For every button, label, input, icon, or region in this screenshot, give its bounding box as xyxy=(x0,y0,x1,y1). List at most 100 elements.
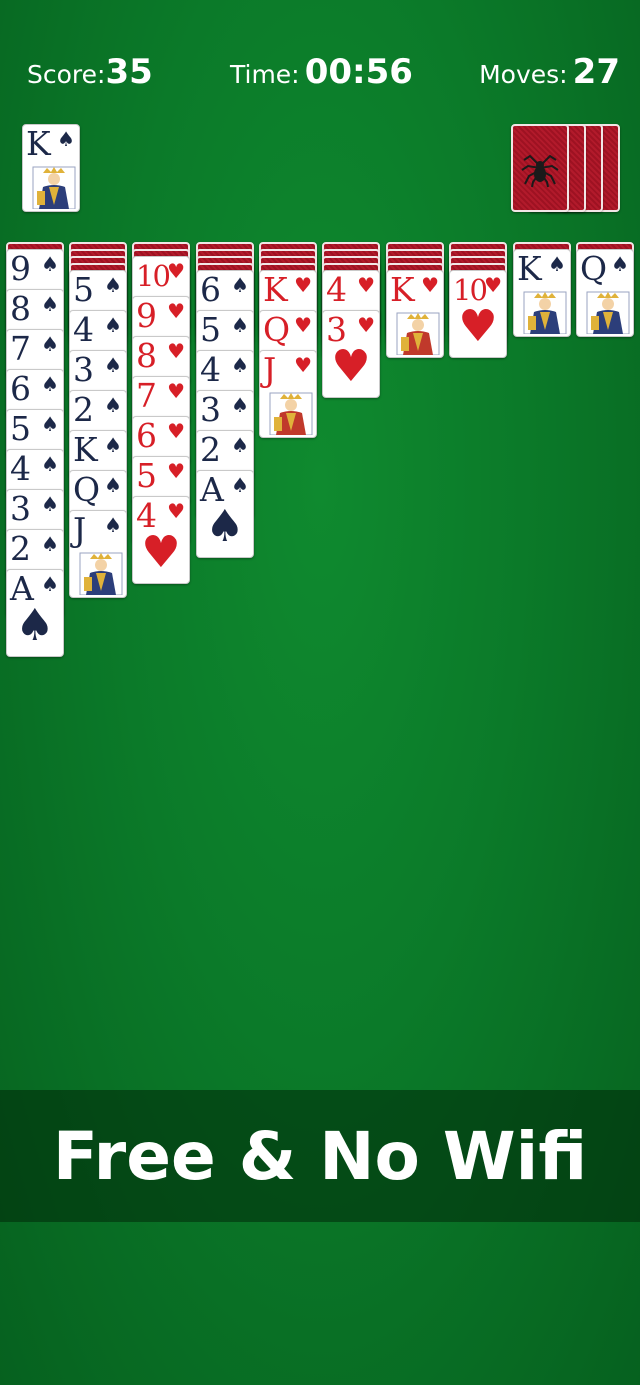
card-center-suit-icon: ♥ xyxy=(458,301,498,352)
card-suit-icon: ♠ xyxy=(104,313,122,337)
card-center-suit-icon: ♥ xyxy=(141,527,181,578)
court-figure-icon xyxy=(586,291,630,334)
card-center-suit-icon: ♠ xyxy=(15,600,55,651)
playing-card[interactable]: J ♠ xyxy=(69,510,127,598)
card-rank: 3 xyxy=(10,489,31,528)
card-suit-icon: ♠ xyxy=(41,532,59,556)
card-rank: 6 xyxy=(136,416,157,455)
playing-card[interactable]: 4 ♥ ♥ xyxy=(132,496,190,584)
score-display: Score:35 xyxy=(27,52,153,92)
court-figure-icon xyxy=(269,392,313,435)
card-suit-icon: ♠ xyxy=(104,433,122,457)
card-rank: 8 xyxy=(10,289,31,328)
card-rank: 10 xyxy=(136,259,171,293)
playing-card[interactable]: K ♠ xyxy=(22,124,80,212)
card-suit-icon: ♠ xyxy=(104,393,122,417)
moves-display: Moves: 27 xyxy=(479,52,620,92)
card-rank: 4 xyxy=(10,449,31,488)
card-suit-icon: ♥ xyxy=(167,459,185,483)
card-rank: Q xyxy=(580,249,607,288)
card-center-suit-icon: ♥ xyxy=(331,341,371,392)
card-suit-icon: ♠ xyxy=(41,492,59,516)
card-suit-icon: ♠ xyxy=(41,572,59,596)
playing-card[interactable]: A ♠ ♠ xyxy=(6,569,64,657)
card-rank: 2 xyxy=(73,390,94,429)
time-value: 00:56 xyxy=(304,52,413,92)
card-suit-icon: ♠ xyxy=(41,452,59,476)
banner-text: Free & No Wifi xyxy=(52,1117,588,1195)
card-suit-icon: ♠ xyxy=(57,127,75,151)
playing-card[interactable]: K ♥ xyxy=(386,270,444,358)
card-rank: 5 xyxy=(200,310,221,349)
card-suit-icon: ♠ xyxy=(104,513,122,537)
card-rank: K xyxy=(263,270,288,309)
card-suit-icon: ♥ xyxy=(167,379,185,403)
card-rank: 6 xyxy=(200,270,221,309)
court-figure-icon xyxy=(79,552,123,595)
card-rank: 4 xyxy=(73,310,94,349)
card-suit-icon: ♥ xyxy=(484,273,502,297)
court-figure-icon xyxy=(523,291,567,334)
time-label: Time: xyxy=(230,60,300,89)
card-rank: 7 xyxy=(136,376,157,415)
moves-label: Moves: xyxy=(479,60,568,89)
card-suit-icon: ♠ xyxy=(231,433,249,457)
card-rank: 3 xyxy=(73,350,94,389)
card-rank: 4 xyxy=(326,270,347,309)
card-suit-icon: ♠ xyxy=(611,252,629,276)
card-suit-icon: ♥ xyxy=(167,339,185,363)
card-suit-icon: ♥ xyxy=(357,273,375,297)
card-rank: K xyxy=(73,430,98,469)
score-label: Score: xyxy=(27,60,106,89)
card-suit-icon: ♥ xyxy=(167,299,185,323)
card-suit-icon: ♠ xyxy=(41,332,59,356)
card-rank: 8 xyxy=(136,336,157,375)
card-suit-icon: ♠ xyxy=(41,412,59,436)
playing-card[interactable]: J ♥ xyxy=(259,350,317,438)
card-rank: J xyxy=(263,350,276,389)
card-suit-icon: ♠ xyxy=(104,273,122,297)
card-rank: 7 xyxy=(10,329,31,368)
card-suit-icon: ♠ xyxy=(104,353,122,377)
card-rank: 2 xyxy=(10,529,31,568)
card-rank: K xyxy=(26,124,51,163)
card-suit-icon: ♥ xyxy=(167,419,185,443)
card-rank: Q xyxy=(263,310,290,349)
playing-card[interactable]: 10 ♥ ♥ xyxy=(449,270,507,358)
playing-card[interactable]: Q ♠ xyxy=(576,249,634,337)
card-rank: 4 xyxy=(200,350,221,389)
card-suit-icon: ♠ xyxy=(41,252,59,276)
promo-banner: Free & No Wifi xyxy=(0,1090,640,1222)
card-rank: J xyxy=(73,510,86,549)
card-suit-icon: ♥ xyxy=(421,273,439,297)
card-rank: 3 xyxy=(200,390,221,429)
playing-card[interactable]: K ♠ xyxy=(513,249,571,337)
time-display: Time: 00:56 xyxy=(230,52,413,92)
card-suit-icon: ♥ xyxy=(167,499,185,523)
card-suit-icon: ♠ xyxy=(41,372,59,396)
card-rank: 6 xyxy=(10,369,31,408)
stock-card[interactable] xyxy=(511,124,569,212)
card-suit-icon: ♥ xyxy=(294,273,312,297)
card-suit-icon: ♥ xyxy=(357,313,375,337)
card-suit-icon: ♠ xyxy=(231,393,249,417)
spider-icon xyxy=(521,154,559,188)
card-rank: K xyxy=(390,270,415,309)
card-rank: 9 xyxy=(136,296,157,335)
card-rank: 9 xyxy=(10,249,31,288)
card-suit-icon: ♠ xyxy=(231,353,249,377)
card-rank: 5 xyxy=(73,270,94,309)
card-suit-icon: ♠ xyxy=(231,313,249,337)
card-rank: 5 xyxy=(136,456,157,495)
card-suit-icon: ♠ xyxy=(231,273,249,297)
card-suit-icon: ♥ xyxy=(294,313,312,337)
court-figure-icon xyxy=(396,312,440,355)
card-rank: 2 xyxy=(200,430,221,469)
card-rank: Q xyxy=(73,470,100,509)
playing-card[interactable]: A ♠ ♠ xyxy=(196,470,254,558)
card-rank: 5 xyxy=(10,409,31,448)
card-suit-icon: ♠ xyxy=(548,252,566,276)
moves-value: 27 xyxy=(572,52,620,92)
playing-card[interactable]: 3 ♥ ♥ xyxy=(322,310,380,398)
card-suit-icon: ♠ xyxy=(104,473,122,497)
